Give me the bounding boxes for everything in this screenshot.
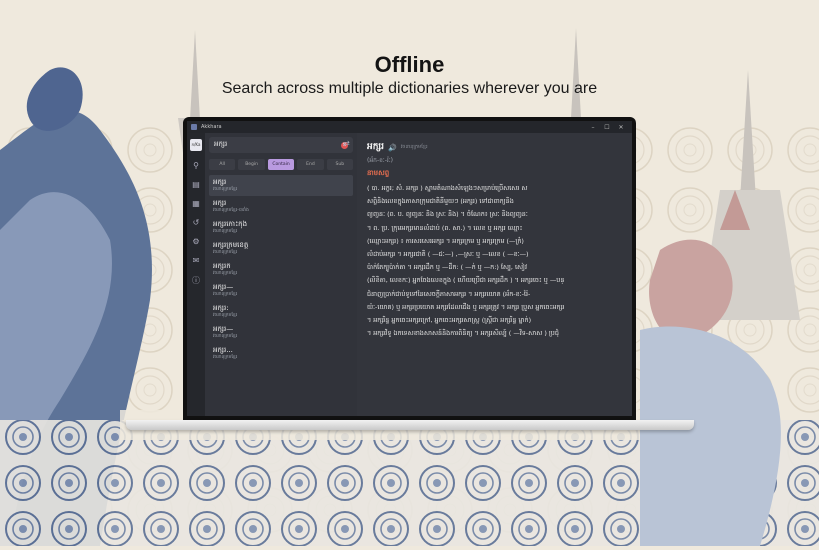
entry-word: អក្សរ— (213, 325, 234, 333)
history-icon[interactable]: ↺ (193, 218, 200, 227)
filter-sub[interactable]: Sub (326, 159, 354, 170)
filter-all[interactable]: All (209, 159, 236, 170)
minimize-button[interactable]: – (586, 124, 600, 131)
settings-icon[interactable]: ⚙ (192, 237, 199, 246)
dictionary-icon[interactable]: ▦ (192, 199, 200, 208)
list-item[interactable]: អក្សរ វចនានុក្រមខ្មែរ-បារាំង (209, 196, 353, 217)
definition-line: ជំនាញប្រាក់ជាប់ទូទៅនៃសេចក្ដីភាសាអក្សរ ។ … (367, 289, 531, 298)
definition-pane: ⇄ អក្សរ 🔊 វចនានុក្រមខ្មែរ (អ័ក-ខៈ-រ៉ៈ) ន… (343, 133, 632, 416)
entry-word: អក្សរកោះកុង (213, 220, 248, 228)
logo[interactable]: ក/Ka (190, 139, 202, 151)
definition-line: សព្ទិនិងលេខក្នុងភាសាក្រុមជាតិនីមួយៗ (អក្… (367, 197, 514, 206)
window-titlebar: Akkhara – ☐ ✕ (187, 121, 632, 133)
filter-contain[interactable]: Contain (267, 159, 295, 170)
list-item[interactable]: អក្សរ— វចនានុក្រមខ្មែរ (209, 322, 353, 343)
search-icon[interactable]: ⚲ (193, 161, 199, 170)
definition-line: ព្យញ្ជនៈ (ព. ប. ព្យញ្ជនៈ និង ស្រៈ និង) ។… (367, 210, 528, 219)
entry-word: អក្សរក្រមខេត្ត (213, 241, 249, 249)
definition-line: យ៉ៈ-យោគ) ឬ អក្សរប្រយោគ អក្សរដែលជើង ឬ អក្… (367, 302, 565, 311)
translate-icon[interactable]: ⇄ (343, 139, 350, 148)
search-box[interactable]: អក្សរ ✕ (209, 137, 353, 153)
definition-text: ( បា. អក្ខរ; សំ. អក្សរ ) ស្នាមតំណាងសំឡេង… (367, 182, 622, 340)
app-window: Akkhara – ☐ ✕ ក/Ka ⚲ ▤ ▦ ↺ ⚙ ✉ ⓘ អក្សរ ✕ (187, 121, 632, 416)
hero-subtitle: Search across multiple dictionaries wher… (221, 80, 598, 97)
entry-word: អក្សរ: (213, 304, 229, 312)
close-button[interactable]: ✕ (614, 124, 628, 131)
definition-word: អក្សរ (367, 142, 384, 152)
entry-source: វចនានុក្រមខ្មែរ (213, 229, 238, 234)
definition-source: វចនានុក្រមខ្មែរ (400, 144, 428, 150)
pronunciation: (អ័ក-ខៈ-រ៉ៈ) (367, 157, 394, 164)
definition-line: ។ ព. ប្រ. ក្រុមអក្សរមានលំដាប់ (ព. សា.) ។… (367, 223, 523, 232)
hero-title: Offline (374, 52, 445, 77)
entry-source: វចនានុក្រមខ្មែរ (213, 313, 238, 318)
entry-word: អក្សរក (213, 262, 231, 270)
maximize-button[interactable]: ☐ (600, 124, 614, 131)
definition-line: ប៉ាក់តែក្បូប៉ាក់តា ។ អក្សរដឹក ឬ —ដឹក: ( … (367, 263, 527, 272)
speaker-icon[interactable]: 🔊 (388, 144, 397, 152)
results-list: អក្សរ វចនានុក្រមខ្មែរ អក្សរ វចនានុក្រមខ្… (209, 175, 353, 364)
entry-word: អក្សរ— (213, 283, 234, 291)
app-icon (191, 124, 197, 130)
laptop-frame: Akkhara – ☐ ✕ ក/Ka ⚲ ▤ ▦ ↺ ⚙ ✉ ⓘ អក្សរ ✕ (183, 117, 636, 420)
definition-line: ( បា. អក្ខរ; សំ. អក្សរ ) ស្នាមតំណាងសំឡេង… (367, 184, 528, 192)
definition-line: ។ អក្សរិន្ទ អ្នកចេះអក្សរក្រៅ, អ្នកចេះអក្… (367, 316, 532, 325)
filter-end[interactable]: End (297, 159, 324, 170)
nav-rail: ក/Ka ⚲ ▤ ▦ ↺ ⚙ ✉ ⓘ (187, 133, 205, 416)
laptop-base (126, 420, 694, 430)
entry-source: វចនានុក្រមខ្មែរ (213, 292, 238, 297)
entry-source: វចនានុក្រមខ្មែរ (213, 187, 238, 192)
list-item[interactable]: អក្សរក វចនានុក្រមខ្មែរ (209, 259, 353, 280)
entry-word: អក្សរ... (213, 346, 233, 354)
entry-source: វចនានុក្រមខ្មែរ (213, 271, 238, 276)
list-item[interactable]: អក្សរកោះកុង វចនានុក្រមខ្មែរ (209, 217, 353, 238)
search-input[interactable]: អក្សរ (214, 140, 341, 150)
list-item[interactable]: អក្សរ... វចនានុក្រមខ្មែរ (209, 343, 353, 364)
definition-line: (ឈ្មោះអក្សរ) ៖ ការសរសេរអក្សរ ។ អក្សរក្រម… (367, 236, 524, 245)
list-item[interactable]: អក្សរ វចនានុក្រមខ្មែរ (209, 175, 353, 196)
entry-word: អក្សរ (213, 199, 227, 207)
entry-word: អក្សរ (213, 178, 227, 186)
definition-line: ។ អក្សរវិទូ ឯកទេសខាងសាសន៍និងការពិនិត្យ ។… (367, 329, 559, 338)
list-item[interactable]: អក្សរក្រមខេត្ត វចនានុក្រមខ្មែរ (209, 238, 353, 259)
entry-source: វចនានុក្រមខ្មែរ (213, 334, 238, 339)
mail-icon[interactable]: ✉ (193, 256, 200, 265)
entry-source: វចនានុក្រមខ្មែរ-បារាំង (213, 208, 249, 213)
definition-line: (លិខិតា, លេខកៈ) អ្នកចែងលេខក្នុង ( ហើយប្រ… (367, 276, 565, 285)
entry-source: វចនានុក្រមខ្មែរ (213, 250, 238, 255)
part-of-speech: នាមសព្ទ (367, 169, 390, 177)
list-item[interactable]: អក្សរ: វចនានុក្រមខ្មែរ (209, 301, 353, 322)
results-pane: អក្សរ ✕ All Begin Contain End Sub អក្សរ … (205, 133, 357, 416)
list-item[interactable]: អក្សរ— វចនានុក្រមខ្មែរ (209, 280, 353, 301)
window-title: Akkhara (201, 124, 222, 130)
filter-begin[interactable]: Begin (238, 159, 265, 170)
match-filters: All Begin Contain End Sub (209, 159, 354, 170)
book-icon[interactable]: ▤ (192, 180, 200, 189)
info-icon[interactable]: ⓘ (192, 275, 200, 286)
definition-line: លំដាប់អក្សរ ។ អក្សរជាតិ ( —ជៈ—) ,—ស្រៈ ឬ… (367, 250, 529, 259)
entry-source: វចនានុក្រមខ្មែរ (213, 355, 238, 360)
